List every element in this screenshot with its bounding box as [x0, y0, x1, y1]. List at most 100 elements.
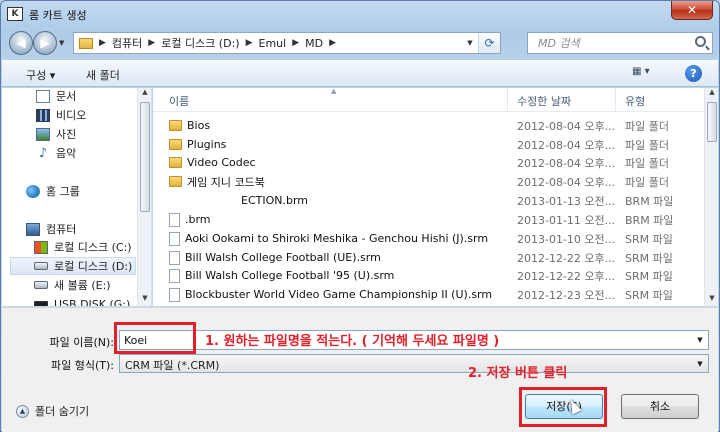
file-date: 2012-12-23 오전... [517, 288, 616, 302]
chevron-right-icon[interactable]: ▶ [97, 38, 108, 48]
file-list-scrollbar[interactable]: ▲ ▼ [704, 88, 718, 306]
scroll-down-icon[interactable]: ▼ [138, 294, 151, 306]
file-type: 파일 폴더 [625, 138, 669, 152]
chevron-down-icon[interactable]: ▼ [694, 357, 706, 371]
back-button[interactable]: ◀ [9, 31, 33, 55]
search-input[interactable] [528, 33, 688, 53]
table-row[interactable]: .brm 2013-01-11 오전... BRM 파일 [153, 210, 704, 229]
sidebar-item-label: 새 볼륨 (E:) [54, 279, 111, 292]
table-row[interactable]: 게임 지니 코드북 2012-08-04 오후... 파일 폴더 [153, 172, 704, 191]
table-row[interactable]: Blockbuster World Video Game Championshi… [153, 285, 704, 304]
sidebar-item-label: 로컬 디스크 (C:) [54, 241, 132, 254]
address-history-dropdown[interactable]: ▼ [464, 33, 476, 53]
file-name: Aoki Ookami to Shiroki Meshika - Genchou… [185, 232, 489, 245]
address-bar[interactable]: ▶ 컴퓨터 ▶ 로컬 디스크 (D:) ▶ Emul ▶ MD ▶ ▼ ⟳ [73, 32, 501, 54]
file-name: .brm [185, 213, 211, 226]
sidebar-item-pictures[interactable]: 사진 [36, 125, 151, 143]
file-date: 2012-12-22 오후... [517, 269, 616, 283]
drive-icon [34, 262, 48, 270]
scroll-down-icon[interactable]: ▼ [705, 294, 718, 306]
close-button[interactable]: ✕ [671, 1, 713, 20]
sidebar-item-drive-e[interactable]: 새 볼륨 (E:) [34, 276, 151, 294]
file-icon [169, 212, 180, 227]
table-row[interactable]: ECTION.brm 2013-01-13 오전... BRM 파일 [153, 191, 704, 210]
column-header-type[interactable]: 유형 [625, 93, 645, 109]
filetype-value: CRM 파일 (*.CRM) [125, 359, 220, 372]
column-header-date[interactable]: 수정한 날짜 [517, 93, 571, 109]
view-options-button[interactable]: ▦ ▾ [632, 66, 662, 82]
toolbar: 구성 ▾ 새 폴더 ▦ ▾ ? [2, 60, 718, 87]
filetype-label: 파일 형식(T): [51, 359, 114, 372]
chevron-right-icon[interactable]: ▶ [290, 38, 301, 48]
table-row[interactable]: Plugins 2012-08-04 오후... 파일 폴더 [153, 135, 704, 154]
sidebar-item-music[interactable]: ♪ 음악 [36, 144, 151, 162]
filetype-select[interactable]: CRM 파일 (*.CRM) ▼ [119, 354, 709, 373]
table-row[interactable]: Bill Walsh College Football (UE).srm 201… [153, 248, 704, 267]
windows-drive-icon [34, 240, 48, 254]
file-list-scroll-thumb[interactable] [707, 102, 717, 142]
sidebar-item-drive-c[interactable]: 로컬 디스크 (C:) [34, 238, 151, 256]
recent-pages-dropdown[interactable]: ▼ [59, 39, 69, 49]
blank-icon [169, 194, 180, 208]
file-name: Bios [187, 119, 211, 132]
scroll-up-icon[interactable]: ▲ [705, 88, 718, 100]
help-icon[interactable]: ? [685, 65, 702, 82]
folder-icon [79, 37, 93, 49]
file-type: 파일 폴더 [625, 119, 669, 133]
table-row[interactable]: Bios 2012-08-04 오후... 파일 폴더 [153, 116, 704, 135]
file-icon [169, 231, 180, 246]
search-icon[interactable] [695, 36, 706, 47]
chevron-down-icon[interactable]: ▼ [694, 333, 706, 347]
table-row[interactable]: Video Codec 2012-08-04 오후... 파일 폴더 [153, 153, 704, 172]
table-row[interactable]: Bill Walsh College Football '95 (U).srm … [153, 266, 704, 285]
hide-folders-label: 폴더 숨기기 [35, 405, 90, 418]
annotation-step-1: 1. 원하는 파일명을 적는다. ( 기억해 두세요 파일명 ) [205, 334, 500, 349]
folder-icon [169, 157, 182, 168]
search-box[interactable] [527, 32, 713, 54]
hide-folders-button[interactable]: ▲ 폴더 숨기기 [16, 403, 89, 419]
file-date: 2013-01-10 오전... [517, 232, 616, 246]
column-header-row: ▲ 이름 수정한 날짜 유형 [153, 88, 704, 112]
scroll-up-icon[interactable]: ▲ [138, 88, 151, 100]
refresh-button[interactable]: ⟳ [478, 33, 500, 53]
table-row[interactable]: Aoki Ookami to Shiroki Meshika - Genchou… [153, 229, 704, 248]
sidebar-item-computer[interactable]: 컴퓨터 [26, 220, 151, 238]
usb-icon [34, 301, 48, 306]
forward-button[interactable]: ▶ [33, 31, 57, 55]
folder-icon [169, 139, 182, 150]
breadcrumb-computer[interactable]: 컴퓨터 [108, 35, 146, 51]
sidebar-item-drive-d[interactable]: 로컬 디스크 (D:) [10, 257, 136, 275]
file-type: 파일 폴더 [625, 175, 669, 189]
app-icon: K [7, 7, 23, 21]
column-divider[interactable] [507, 88, 508, 112]
chevron-right-icon[interactable]: ▶ [327, 38, 338, 48]
sidebar-item-label: 컴퓨터 [46, 223, 77, 236]
column-header-name[interactable]: 이름 [169, 93, 189, 109]
file-name: ECTION.brm [241, 194, 309, 207]
chevron-right-icon[interactable]: ▶ [146, 38, 157, 48]
file-name: Plugins [187, 138, 227, 151]
organize-button[interactable]: 구성 ▾ [26, 67, 55, 83]
file-type: BRM 파일 [625, 213, 674, 227]
breadcrumb-drive-d[interactable]: 로컬 디스크 (D:) [157, 35, 243, 51]
sidebar-item-usb[interactable]: USB DISK (G:) [34, 295, 151, 307]
column-divider[interactable] [615, 88, 616, 112]
sidebar-scroll-thumb[interactable] [140, 102, 150, 212]
sidebar-item-homegroup[interactable]: 홈 그룹 [26, 182, 151, 200]
sidebar-item-videos[interactable]: 비디오 [36, 106, 151, 124]
filename-label: 파일 이름(N): [49, 336, 115, 349]
sidebar-item-label: 사진 [56, 128, 77, 141]
file-name: Blockbuster World Video Game Championshi… [185, 288, 493, 301]
sidebar-scrollbar[interactable]: ▲ ▼ [137, 88, 151, 306]
breadcrumb-emul[interactable]: Emul [255, 37, 291, 50]
photo-icon [36, 127, 50, 141]
sidebar-item-label: USB DISK (G:) [54, 297, 131, 307]
file-date: 2012-08-04 오후... [517, 138, 616, 152]
chevron-right-icon[interactable]: ▶ [244, 38, 255, 48]
file-name: 게임 지니 코드북 [187, 175, 265, 189]
new-folder-button[interactable]: 새 폴더 [86, 67, 120, 83]
sidebar-item-label: 문서 [56, 90, 77, 103]
cancel-button[interactable]: 취소 [621, 394, 699, 419]
breadcrumb-md[interactable]: MD [301, 37, 327, 50]
sidebar-item-documents[interactable]: 문서 [36, 88, 151, 105]
